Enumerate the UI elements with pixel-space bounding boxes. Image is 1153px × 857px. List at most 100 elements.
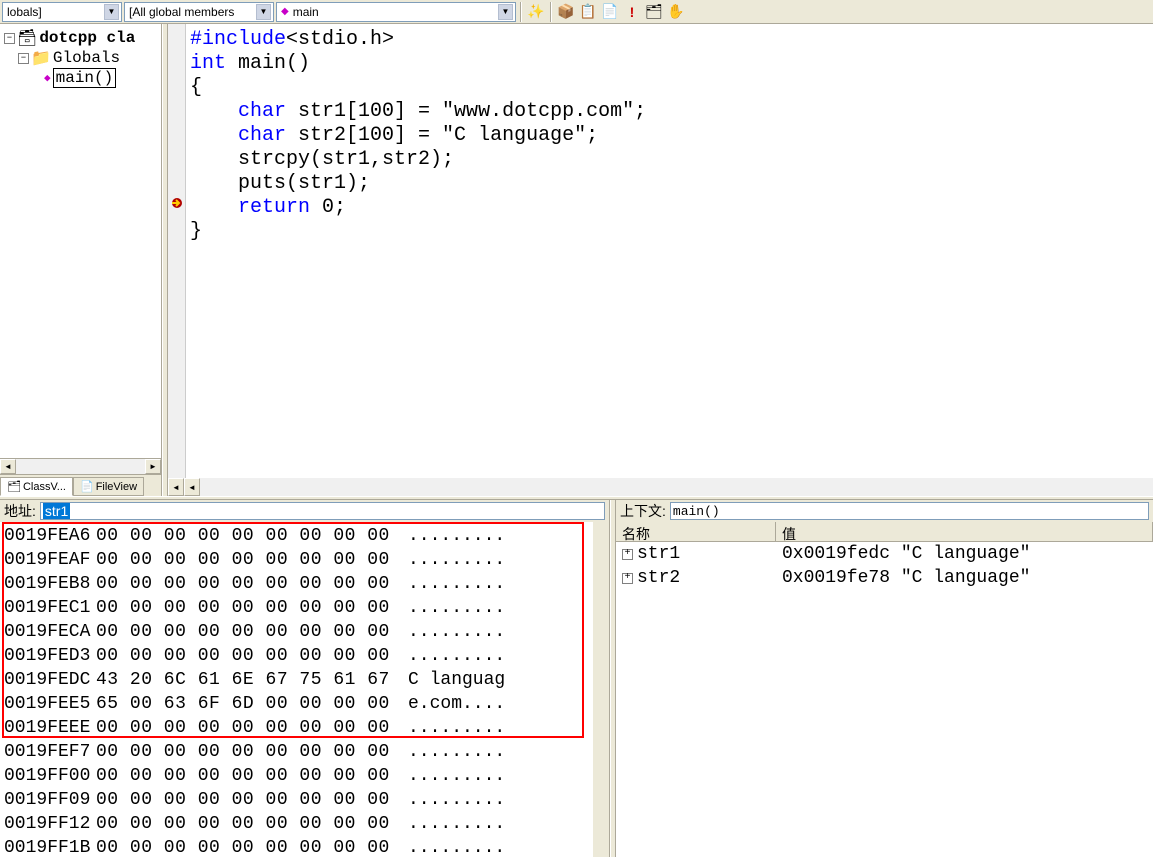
memory-row[interactable]: 0019FEB8 00 00 00 00 00 00 00 00 00......… bbox=[4, 572, 605, 596]
mem-addr: 0019FECA bbox=[4, 620, 84, 644]
memory-row[interactable]: 0019FF0000 00 00 00 00 00 00 00 00......… bbox=[4, 764, 605, 788]
tree-hscrollbar[interactable]: ◄ ► bbox=[0, 458, 161, 474]
mem-ascii: ......... bbox=[408, 620, 505, 644]
address-input[interactable]: str1 bbox=[40, 502, 605, 520]
separator bbox=[550, 2, 552, 22]
wand-icon[interactable]: ✨ bbox=[526, 2, 546, 22]
dropdown-arrow-icon: ▼ bbox=[256, 4, 271, 20]
memory-row[interactable]: 0019FEDC43 20 6C 61 6E 67 75 61 67C lang… bbox=[4, 668, 605, 692]
tree-root-label: dotcpp cla bbox=[39, 29, 135, 47]
hand-icon[interactable]: ✋ bbox=[666, 2, 686, 22]
tree-globals-label: Globals bbox=[53, 49, 120, 67]
collapse-icon[interactable]: − bbox=[4, 33, 15, 44]
scroll-left-icon[interactable]: ◄ bbox=[168, 478, 184, 496]
tool-icon-3[interactable]: 📄 bbox=[600, 2, 620, 22]
mem-ascii: ......... bbox=[408, 644, 505, 668]
scope-dropdown[interactable]: lobals] ▼ bbox=[2, 2, 122, 22]
mem-addr: 0019FEAF bbox=[4, 548, 84, 572]
mem-hex: 00 00 00 00 00 00 00 00 00 bbox=[96, 812, 396, 836]
mem-hex: 00 00 00 00 00 00 00 00 00 bbox=[96, 764, 396, 788]
expand-icon[interactable]: + bbox=[622, 573, 633, 584]
collapse-icon[interactable]: − bbox=[18, 53, 29, 64]
memory-row[interactable]: 0019FF1B00 00 00 00 00 00 00 00 00......… bbox=[4, 836, 605, 857]
expand-icon[interactable]: + bbox=[622, 549, 633, 560]
header-value[interactable]: 值 bbox=[776, 522, 1153, 541]
mem-hex: 00 00 00 00 00 00 00 00 00 bbox=[96, 740, 396, 764]
watch-var-name: +str2 bbox=[616, 568, 776, 588]
tool-icon-2[interactable]: 📋 bbox=[578, 2, 598, 22]
editor-hscrollbar[interactable]: ◄ ◄ bbox=[168, 478, 1153, 496]
folder-icon: 📁 bbox=[31, 48, 51, 68]
mem-hex: 00 00 00 00 00 00 00 00 00 bbox=[96, 716, 396, 740]
memory-row[interactable]: 0019FEA6 00 00 00 00 00 00 00 00 00......… bbox=[4, 524, 605, 548]
mem-ascii: e.com.... bbox=[408, 692, 505, 716]
scroll-track[interactable] bbox=[16, 459, 145, 474]
scroll-left-icon[interactable]: ◄ bbox=[0, 459, 16, 474]
memory-row[interactable]: 0019FEAF 00 00 00 00 00 00 00 00 00......… bbox=[4, 548, 605, 572]
mem-addr: 0019FF00 bbox=[4, 764, 84, 788]
watch-row[interactable]: +str10x0019fedc "C language" bbox=[616, 542, 1153, 566]
tool-icon-1[interactable]: 📦 bbox=[556, 2, 576, 22]
watch-header: 名称 值 bbox=[616, 522, 1153, 542]
tree-root[interactable]: − 🗃 dotcpp cla bbox=[4, 28, 157, 48]
tree-main[interactable]: ◆ main() bbox=[44, 68, 157, 88]
tree-globals[interactable]: − 📁 Globals bbox=[18, 48, 157, 68]
mem-hex: 00 00 00 00 00 00 00 00 00 bbox=[96, 548, 396, 572]
mem-ascii: ......... bbox=[408, 740, 505, 764]
mem-addr: 0019FEB8 bbox=[4, 572, 84, 596]
mem-addr: 0019FEA6 bbox=[4, 524, 84, 548]
header-name[interactable]: 名称 bbox=[616, 522, 776, 541]
members-dropdown-value: [All global members bbox=[129, 5, 234, 19]
class-view-pane: − 🗃 dotcpp cla − 📁 Globals ◆ main() ◄ ► … bbox=[0, 24, 162, 496]
memory-row[interactable]: 0019FEC100 00 00 00 00 00 00 00 00......… bbox=[4, 596, 605, 620]
tab-classview[interactable]: 🗂 ClassV... bbox=[0, 477, 73, 496]
diamond-icon: ◆ bbox=[281, 6, 289, 17]
diamond-icon: ◆ bbox=[44, 71, 51, 85]
memory-vscrollbar[interactable] bbox=[593, 522, 609, 857]
memory-row[interactable]: 0019FEF7 00 00 00 00 00 00 00 00 00......… bbox=[4, 740, 605, 764]
context-bar: 上下文: bbox=[616, 500, 1153, 522]
mem-addr: 0019FEF7 bbox=[4, 740, 84, 764]
mem-ascii: ......... bbox=[408, 596, 505, 620]
mem-hex: 00 00 00 00 00 00 00 00 00 bbox=[96, 572, 396, 596]
memory-dump[interactable]: 0019FEA6 00 00 00 00 00 00 00 00 00......… bbox=[0, 522, 609, 857]
tab-fileview[interactable]: 📄 FileView bbox=[73, 477, 144, 496]
mem-hex: 00 00 00 00 00 00 00 00 00 bbox=[96, 524, 396, 548]
members-dropdown[interactable]: [All global members ▼ bbox=[124, 2, 274, 22]
dropdown-arrow-icon: ▼ bbox=[498, 4, 513, 20]
memory-row[interactable]: 0019FECA00 00 00 00 00 00 00 00 00......… bbox=[4, 620, 605, 644]
memory-row[interactable]: 0019FF0900 00 00 00 00 00 00 00 00......… bbox=[4, 788, 605, 812]
scope-dropdown-value: lobals] bbox=[7, 5, 42, 19]
mem-addr: 0019FF12 bbox=[4, 812, 84, 836]
context-input[interactable] bbox=[670, 502, 1149, 520]
mem-hex: 00 00 00 00 00 00 00 00 00 bbox=[96, 644, 396, 668]
memory-row[interactable]: 0019FED3 00 00 00 00 00 00 00 00 00......… bbox=[4, 644, 605, 668]
scroll-track[interactable] bbox=[200, 478, 1153, 496]
code-editor[interactable]: #include<stdio.h> int main() { char str1… bbox=[168, 24, 1153, 496]
scroll-right-icon[interactable]: ► bbox=[145, 459, 161, 474]
mem-addr: 0019FEDC bbox=[4, 668, 84, 692]
scroll-left-icon[interactable]: ◄ bbox=[184, 478, 200, 496]
code-content[interactable]: #include<stdio.h> int main() { char str1… bbox=[168, 24, 1153, 244]
watch-grid: 名称 值 +str10x0019fedc "C language"+str20x… bbox=[616, 522, 1153, 857]
mem-hex: 00 00 00 00 00 00 00 00 00 bbox=[96, 596, 396, 620]
context-label: 上下文: bbox=[620, 501, 666, 521]
exclamation-icon[interactable]: ! bbox=[622, 2, 642, 22]
watch-row[interactable]: +str20x0019fe78 "C language" bbox=[616, 566, 1153, 590]
tool-icon-4[interactable]: 🗂 bbox=[644, 2, 664, 22]
mem-hex: 65 00 63 6F 6D 00 00 00 00 bbox=[96, 692, 396, 716]
memory-row[interactable]: 0019FF1200 00 00 00 00 00 00 00 00......… bbox=[4, 812, 605, 836]
mem-hex: 43 20 6C 61 6E 67 75 61 67 bbox=[96, 668, 396, 692]
memory-row[interactable]: 0019FEE565 00 63 6F 6D 00 00 00 00e.com.… bbox=[4, 692, 605, 716]
mem-ascii: ......... bbox=[408, 836, 505, 857]
address-label: 地址: bbox=[4, 501, 36, 521]
mem-ascii: ......... bbox=[408, 572, 505, 596]
separator bbox=[520, 2, 522, 22]
mem-addr: 0019FED3 bbox=[4, 644, 84, 668]
address-value: str1 bbox=[43, 503, 70, 519]
function-dropdown[interactable]: ◆ main ▼ bbox=[276, 2, 516, 22]
mem-ascii: ......... bbox=[408, 548, 505, 572]
class-tree[interactable]: − 🗃 dotcpp cla − 📁 Globals ◆ main() bbox=[0, 24, 161, 458]
memory-row[interactable]: 0019FEEE00 00 00 00 00 00 00 00 00......… bbox=[4, 716, 605, 740]
mem-ascii: ......... bbox=[408, 524, 505, 548]
